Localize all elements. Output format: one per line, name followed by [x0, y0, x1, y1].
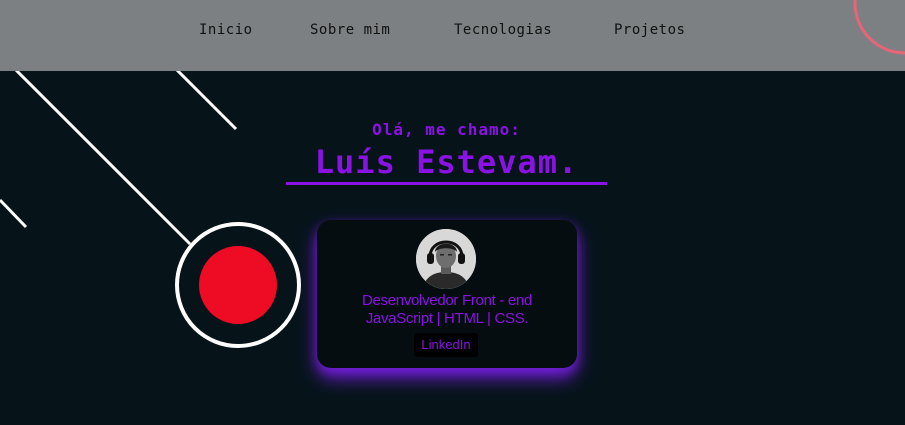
red-dot — [199, 246, 277, 324]
profile-card: Desenvolvedor Front - end JavaScript | H… — [317, 220, 577, 368]
role-line-2: JavaScript | HTML | CSS. — [365, 310, 529, 327]
nav-link-sobre-mim[interactable]: Sobre mim — [310, 22, 390, 38]
role-line-1: Desenvolvedor Front - end — [361, 292, 533, 309]
navbar: Inicio Sobre mim Tecnologias Projetos — [0, 0, 905, 71]
avatar — [416, 229, 476, 289]
greeting-text: Olá, me chamo: — [372, 120, 521, 139]
linkedin-button[interactable]: LinkedIn — [414, 333, 478, 357]
avatar-photo — [416, 229, 476, 289]
white-ring — [175, 222, 301, 348]
nav-link-inicio[interactable]: Inicio — [199, 22, 253, 38]
nav-link-tecnologias[interactable]: Tecnologias — [454, 22, 552, 38]
nav-link-projetos[interactable]: Projetos — [614, 22, 685, 38]
decorative-line-3 — [0, 198, 28, 229]
page: Inicio Sobre mim Tecnologias Projetos Ol… — [0, 0, 905, 425]
hero-name: Luís Estevam. — [286, 142, 607, 185]
role-description: Desenvolvedor Front - end JavaScript | H… — [317, 292, 577, 328]
decorative-line-2 — [0, 52, 192, 246]
